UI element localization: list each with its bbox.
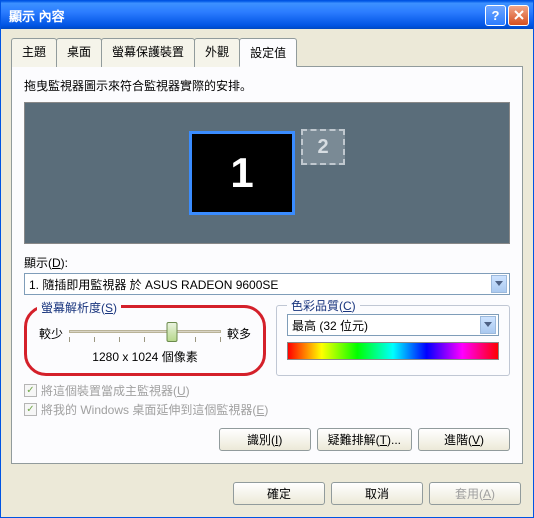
- primary-monitor-label: 將這個裝置當成主監視器(U): [41, 382, 190, 399]
- window-title: 顯示 內容: [5, 6, 485, 25]
- primary-monitor-checkbox: ✓: [24, 384, 37, 397]
- resolution-value: 1280 x 1024 個像素: [39, 348, 251, 365]
- cancel-button[interactable]: 取消: [331, 482, 423, 505]
- troubleshoot-button[interactable]: 疑難排解(T)...: [317, 428, 412, 451]
- more-label: 較多: [227, 325, 251, 342]
- chevron-down-icon: [491, 275, 507, 293]
- tab-strip: 主題 桌面 螢幕保護裝置 外觀 設定值: [11, 37, 523, 66]
- display-properties-window: 顯示 內容 ? 主題 桌面 螢幕保護裝置 外觀 設定值 拖曳監視器圖示來符合監視…: [0, 0, 534, 518]
- ok-button[interactable]: 確定: [233, 482, 325, 505]
- close-icon: [514, 10, 524, 20]
- resolution-group: 螢幕解析度(S) 較少 較多 1280 x 1024 個像素: [24, 305, 266, 376]
- extend-desktop-label: 將我的 Windows 桌面延伸到這個監視器(E): [41, 401, 268, 418]
- display-label: 顯示(D):: [24, 254, 510, 271]
- display-dropdown[interactable]: 1. 隨插即用監視器 於 ASUS RADEON 9600SE: [24, 273, 510, 295]
- apply-button[interactable]: 套用(A): [429, 482, 521, 505]
- identify-button[interactable]: 識別(I): [219, 428, 311, 451]
- help-button[interactable]: ?: [485, 5, 506, 26]
- close-button[interactable]: [508, 5, 529, 26]
- color-quality-group: 色彩品質(C) 最高 (32 位元): [276, 305, 510, 376]
- primary-monitor-checkbox-row: ✓ 將這個裝置當成主監視器(U): [24, 382, 510, 399]
- monitor-arrangement-area[interactable]: 1 2: [24, 102, 510, 244]
- monitor-1[interactable]: 1: [189, 131, 295, 215]
- slider-thumb[interactable]: [167, 322, 178, 342]
- color-spectrum-preview: [287, 342, 499, 360]
- resolution-slider[interactable]: [69, 322, 221, 344]
- color-value: 最高 (32 位元): [292, 317, 480, 334]
- tab-desktop[interactable]: 桌面: [56, 38, 102, 67]
- resolution-legend: 螢幕解析度(S): [37, 299, 121, 316]
- advanced-button[interactable]: 進階(V): [418, 428, 510, 451]
- chevron-down-icon: [480, 316, 496, 334]
- display-value: 1. 隨插即用監視器 於 ASUS RADEON 9600SE: [29, 276, 491, 293]
- dialog-footer: 確定 取消 套用(A): [1, 474, 533, 517]
- monitor-2-number: 2: [317, 136, 328, 159]
- color-legend: 色彩品質(C): [287, 297, 360, 314]
- color-quality-dropdown[interactable]: 最高 (32 位元): [287, 314, 499, 336]
- monitor-1-number: 1: [230, 149, 253, 197]
- less-label: 較少: [39, 325, 63, 342]
- extend-desktop-checkbox-row: ✓ 將我的 Windows 桌面延伸到這個監視器(E): [24, 401, 510, 418]
- tab-settings[interactable]: 設定值: [239, 38, 297, 67]
- instruction-text: 拖曳監視器圖示來符合監視器實際的安排。: [24, 77, 510, 94]
- settings-panel: 拖曳監視器圖示來符合監視器實際的安排。 1 2 顯示(D): 1. 隨插即用監視…: [11, 66, 523, 464]
- tab-screensaver[interactable]: 螢幕保護裝置: [101, 38, 195, 67]
- tab-appearance[interactable]: 外觀: [194, 38, 240, 67]
- extend-desktop-checkbox: ✓: [24, 403, 37, 416]
- tab-theme[interactable]: 主題: [11, 38, 57, 67]
- titlebar[interactable]: 顯示 內容 ?: [1, 1, 533, 29]
- monitor-2[interactable]: 2: [301, 129, 345, 165]
